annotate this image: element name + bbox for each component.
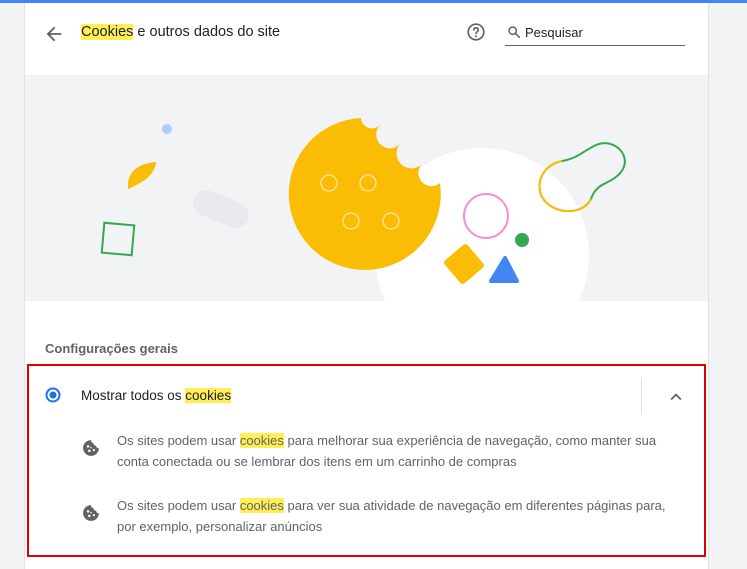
cookie-icon — [83, 440, 99, 456]
illustration-green-square — [100, 221, 136, 257]
cookies-illustration — [25, 75, 708, 301]
expand-divider — [641, 378, 642, 414]
help-button[interactable] — [465, 21, 487, 43]
illustration-cookie — [288, 118, 441, 270]
option-label-prefix: Mostrar todos os — [81, 388, 186, 403]
back-button[interactable] — [43, 23, 65, 45]
description-text: Os sites podem usar cookies para melhora… — [117, 430, 687, 472]
description-highlight: cookies — [239, 433, 284, 448]
option-label-highlight: cookies — [185, 388, 232, 403]
title-highlight: Cookies — [81, 24, 134, 40]
illustration-green-dot — [515, 233, 529, 247]
description-text-prefix: Os sites podem usar — [117, 498, 240, 513]
search-field[interactable] — [505, 21, 685, 46]
illustration-grey-pill — [193, 190, 249, 228]
description-text-prefix: Os sites podem usar — [117, 433, 240, 448]
description-text: Os sites podem usar cookies para ver sua… — [117, 495, 687, 537]
title-rest: e outros dados do site — [133, 24, 281, 40]
option-label[interactable]: Mostrar todos os cookies — [81, 387, 232, 405]
collapse-button[interactable] — [665, 386, 687, 408]
description-highlight: cookies — [239, 498, 284, 513]
help-circle-icon — [467, 23, 485, 41]
chevron-up-icon — [670, 393, 682, 401]
illustration-yellow-wedge — [127, 162, 156, 189]
arrow-back-icon — [46, 26, 62, 42]
page-title: Cookies e outros dados do site — [81, 22, 280, 42]
illustration-blue-dot — [162, 124, 172, 134]
show-all-cookies-option[interactable]: Mostrar todos os cookies Os sites podem … — [27, 364, 706, 557]
search-input[interactable] — [525, 21, 680, 43]
search-icon — [508, 26, 521, 39]
cookie-icon — [83, 505, 99, 521]
section-title: Configurações gerais — [45, 341, 178, 356]
page-header: Cookies e outros dados do site — [25, 3, 708, 75]
radio-selected-icon[interactable] — [45, 387, 61, 403]
illustration-graphic — [100, 118, 626, 301]
